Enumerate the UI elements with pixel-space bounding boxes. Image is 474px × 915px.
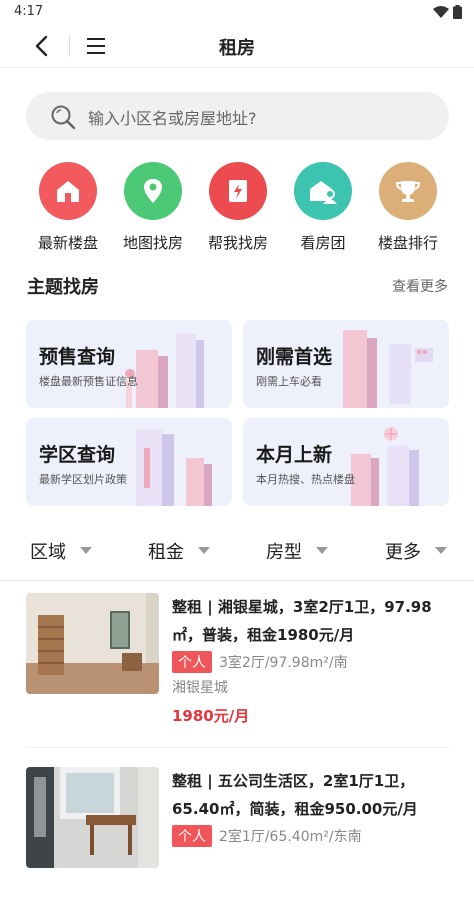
filter-label: 租金 xyxy=(148,542,184,563)
card-title: 学区查询 xyxy=(39,444,116,466)
quick-label: 帮我找房 xyxy=(207,234,268,252)
status-bar: 4:17 xyxy=(0,0,474,24)
topic-title: 主题找房 xyxy=(27,277,99,298)
quick-label: 最新楼盘 xyxy=(37,234,98,252)
dropdown-triangle-icon xyxy=(80,547,92,554)
house-group-icon xyxy=(294,162,352,220)
card-subtitle: 本月热搜、热点楼盘 xyxy=(256,473,355,486)
card-subtitle: 楼盘最新预售证信息 xyxy=(39,375,138,388)
page-title: 租房 xyxy=(219,38,255,59)
buildings-illustration-icon xyxy=(343,330,433,408)
document-flash-icon xyxy=(209,162,267,220)
listing-item[interactable]: 整租 | 五公司生活区，2室1厅1卫，65.40㎡，简装，租金950.00元/月… xyxy=(0,755,474,915)
filter-more[interactable]: 更多 xyxy=(385,538,447,564)
status-icons xyxy=(433,5,462,19)
filter-rent[interactable]: 租金 xyxy=(148,538,210,564)
status-time: 4:17 xyxy=(14,4,44,19)
search-bar[interactable]: 输入小区名或房屋地址? xyxy=(26,92,449,140)
dropdown-triangle-icon xyxy=(198,547,210,554)
card-essential-choice[interactable]: 刚需首选 刚需上车必看 xyxy=(243,320,449,408)
quick-ranking[interactable]: 楼盘排行 xyxy=(366,162,450,253)
listing-photo xyxy=(26,767,159,868)
buildings-illustration-icon xyxy=(351,427,419,506)
buildings-illustration-icon xyxy=(125,334,204,408)
card-new-this-month[interactable]: 本月上新 本月热搜、热点楼盘 xyxy=(243,418,449,506)
quick-latest-projects[interactable]: 最新楼盘 xyxy=(26,162,110,253)
listing-title: 整租 | 湘银星城，3室2厅1卫，97.98㎡，普装，租金1980元/月 xyxy=(172,598,432,644)
card-subtitle: 刚需上车必看 xyxy=(256,375,322,388)
filter-label: 区域 xyxy=(30,542,66,563)
card-title: 预售查询 xyxy=(39,346,116,368)
house-icon xyxy=(39,162,97,220)
search-placeholder: 输入小区名或房屋地址? xyxy=(88,109,257,128)
quick-label: 看房团 xyxy=(300,234,346,252)
listing-info: 2室1厅/65.40m²/东南 xyxy=(219,829,362,845)
listing-community: 湘银星城 xyxy=(172,680,228,696)
map-pin-icon xyxy=(124,162,182,220)
quick-help-find[interactable]: 帮我找房 xyxy=(196,162,280,253)
quick-map-search[interactable]: 地图找房 xyxy=(111,162,195,253)
quick-label: 楼盘排行 xyxy=(377,234,438,252)
wifi-icon xyxy=(433,5,449,18)
listing-meta: 个人 3室2厅/97.98m²/南 xyxy=(172,651,348,673)
quick-viewing-group[interactable]: 看房团 xyxy=(281,162,365,253)
dropdown-triangle-icon xyxy=(435,547,447,554)
listing-title: 整租 | 五公司生活区，2室1厅1卫，65.40㎡，简装，租金950.00元/月 xyxy=(172,772,418,818)
card-presale-query[interactable]: 预售查询 楼盘最新预售证信息 xyxy=(26,320,232,408)
card-subtitle: 最新学区划片政策 xyxy=(39,473,127,486)
filter-label: 更多 xyxy=(385,542,421,563)
trophy-icon xyxy=(379,162,437,220)
listing-price: 1980元/月 xyxy=(172,707,250,725)
listing-photo xyxy=(26,593,159,694)
filter-area[interactable]: 区域 xyxy=(30,538,92,564)
owner-tag: 个人 xyxy=(172,651,212,673)
listing-info: 3室2厅/97.98m²/南 xyxy=(219,655,348,671)
listing-item[interactable]: 整租 | 湘银星城，3室2厅1卫，97.98㎡，普装，租金1980元/月 个人 … xyxy=(0,581,474,741)
quick-label: 地图找房 xyxy=(122,234,183,252)
listing-divider xyxy=(26,747,449,748)
dropdown-triangle-icon xyxy=(316,547,328,554)
battery-icon xyxy=(453,5,462,19)
nav-bar: 租房 xyxy=(0,24,474,68)
buildings-illustration-icon xyxy=(136,430,212,506)
filter-layout[interactable]: 房型 xyxy=(266,538,328,564)
card-title: 刚需首选 xyxy=(256,346,333,368)
card-title: 本月上新 xyxy=(256,444,333,466)
filter-bar: 区域 租金 房型 更多 xyxy=(0,530,474,574)
filter-label: 房型 xyxy=(266,542,302,563)
card-school-district[interactable]: 学区查询 最新学区划片政策 xyxy=(26,418,232,506)
topic-more-link[interactable]: 查看更多 xyxy=(392,276,448,296)
search-icon xyxy=(51,105,76,130)
